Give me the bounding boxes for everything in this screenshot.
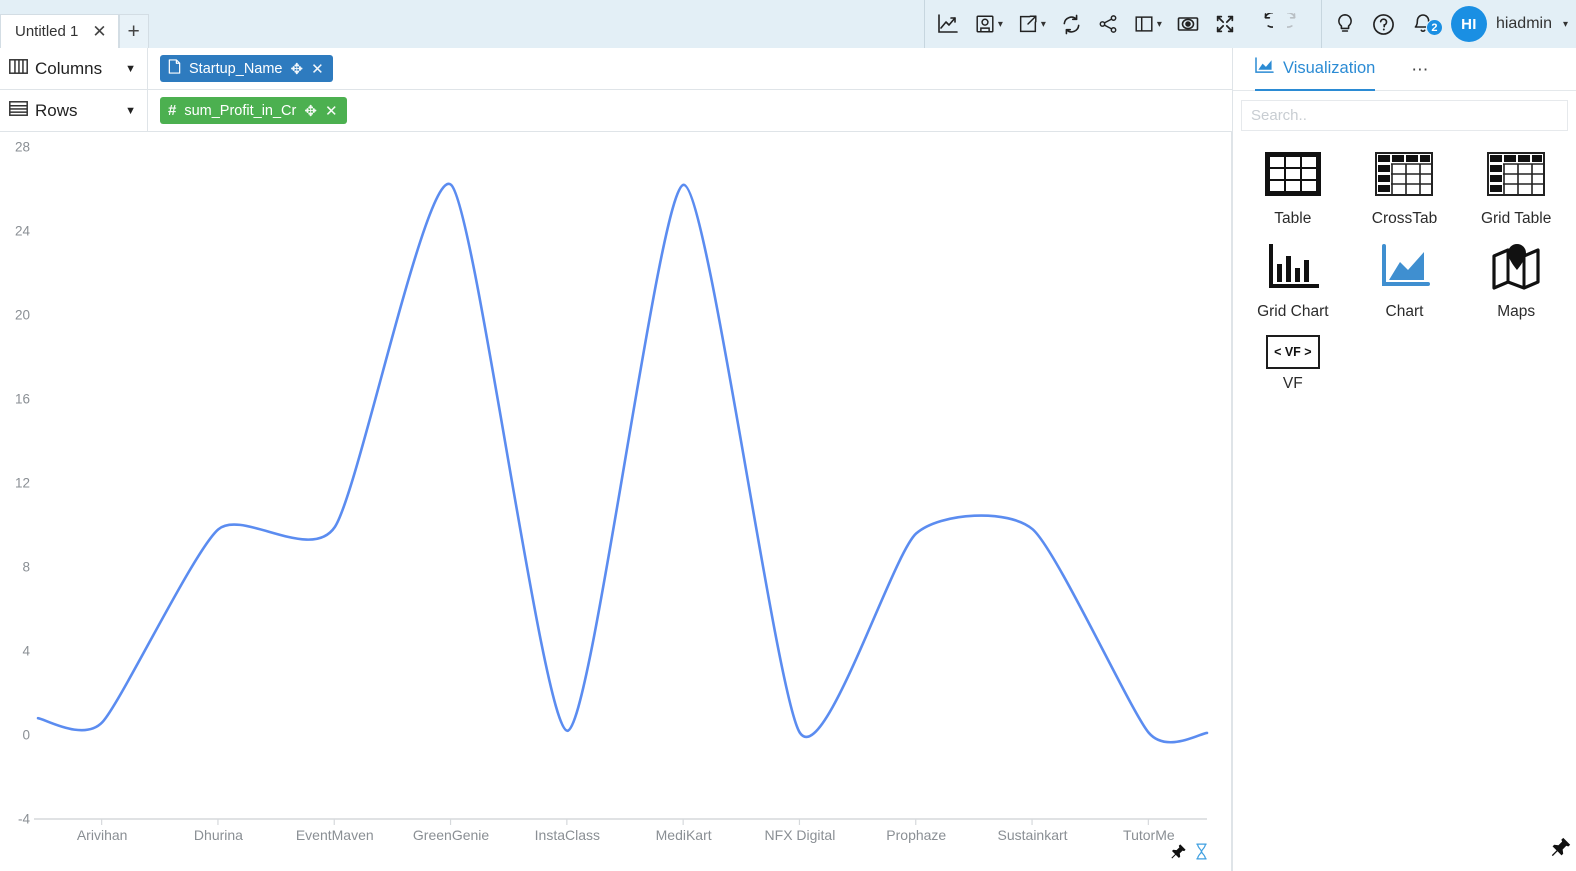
- viz-item-label: CrossTab: [1371, 210, 1438, 227]
- columns-shelf-label[interactable]: Columns ▼: [0, 47, 148, 90]
- rows-label-text: Rows: [35, 100, 78, 120]
- pushpin-icon[interactable]: [1170, 843, 1187, 865]
- right-panel: Visualization ⋯ Search.. Table CrossTab …: [1232, 48, 1576, 871]
- tab-visualization-label: Visualization: [1283, 58, 1376, 77]
- viz-item-chart[interactable]: Chart: [1349, 238, 1461, 325]
- lightbulb-icon[interactable]: [1326, 0, 1364, 48]
- rows-shelf-label[interactable]: Rows ▼: [0, 89, 148, 132]
- redo-icon[interactable]: [1280, 0, 1317, 48]
- share-icon[interactable]: [1090, 0, 1126, 48]
- columns-shelf: Columns ▼ Startup_Name ✥ ✕: [0, 47, 1232, 90]
- user-name: hiadmin: [1495, 15, 1552, 32]
- refresh-icon[interactable]: [1053, 0, 1090, 48]
- chart-footer-icons: [1170, 843, 1209, 865]
- save-icon[interactable]: ▾: [967, 0, 1010, 48]
- viz-item-label: Grid Table: [1480, 210, 1552, 227]
- panel-more-icon[interactable]: ⋯: [1411, 61, 1430, 78]
- chevron-down-icon: ▾: [997, 18, 1003, 30]
- close-icon[interactable]: ✕: [92, 23, 106, 40]
- visualization-type-grid: Table CrossTab Grid Table Grid Chart Cha…: [1233, 131, 1576, 397]
- tab-strip: Untitled 1 ✕ +: [0, 0, 149, 48]
- dimension-icon: [168, 59, 181, 78]
- chevron-down-icon: ▾: [1156, 18, 1162, 30]
- new-tab-button[interactable]: +: [118, 14, 149, 48]
- grid-table-icon: [1486, 149, 1546, 204]
- toolbar-divider: [1320, 0, 1322, 48]
- chevron-down-icon[interactable]: ▼: [125, 105, 136, 117]
- columns-icon: [9, 58, 28, 80]
- crosstab-icon: [1374, 149, 1434, 204]
- viz-item-label: Chart: [1385, 303, 1424, 320]
- chevron-down-icon: ▾: [1040, 18, 1046, 30]
- viz-item-grid-chart[interactable]: Grid Chart: [1237, 238, 1349, 325]
- pill-label: sum_Profit_in_Cr: [184, 102, 297, 119]
- user-menu[interactable]: HI hiadmin ▾: [1445, 6, 1576, 42]
- avatar: HI: [1450, 6, 1487, 42]
- pill-label: Startup_Name: [189, 60, 283, 77]
- viz-item-grid-table[interactable]: Grid Table: [1460, 145, 1572, 232]
- vf-icon: < VF >: [1265, 335, 1320, 369]
- fullscreen-icon[interactable]: [1207, 0, 1243, 48]
- viz-item-label: VF: [1282, 375, 1303, 392]
- help-icon[interactable]: [1364, 0, 1403, 48]
- viz-item-table[interactable]: Table: [1237, 145, 1349, 232]
- viz-item-vf[interactable]: < VF > VF: [1237, 331, 1349, 397]
- chart-icon: [1374, 242, 1434, 297]
- chart-icon[interactable]: [929, 0, 967, 48]
- viz-item-maps[interactable]: Maps: [1460, 238, 1572, 325]
- pushpin-icon[interactable]: [1550, 836, 1572, 863]
- measure-icon: #: [168, 102, 177, 119]
- search-box[interactable]: [1241, 100, 1568, 131]
- right-panel-header: Visualization ⋯: [1233, 48, 1576, 91]
- preview-icon[interactable]: [1169, 0, 1207, 48]
- viz-item-label: Maps: [1497, 303, 1536, 320]
- chevron-down-icon: ▾: [1562, 18, 1568, 30]
- viz-item-label: Table: [1274, 210, 1312, 227]
- search-input[interactable]: [1251, 107, 1558, 124]
- viz-item-label: Grid Chart: [1257, 303, 1329, 320]
- chart-icon: [1255, 57, 1274, 79]
- workbook-tab[interactable]: Untitled 1 ✕: [0, 14, 119, 48]
- workbook-tab-label: Untitled 1: [15, 23, 79, 40]
- table-icon: [1263, 149, 1323, 204]
- chart-canvas[interactable]: 28 24 20 16 12 8 4 0 -4 Arivihan Dhurina EventMave…: [0, 132, 1232, 871]
- move-icon[interactable]: ✥: [304, 102, 317, 120]
- undo-icon[interactable]: [1243, 0, 1280, 48]
- hourglass-icon[interactable]: [1194, 843, 1209, 865]
- notifications-button[interactable]: 2: [1403, 12, 1445, 36]
- viz-item-crosstab[interactable]: CrossTab: [1349, 145, 1461, 232]
- chevron-down-icon[interactable]: ▼: [125, 63, 136, 75]
- toolbar-divider: [923, 0, 925, 48]
- notification-badge: 2: [1425, 19, 1443, 36]
- pill-sum-profit[interactable]: # sum_Profit_in_Cr ✥ ✕: [160, 97, 347, 124]
- rows-shelf: Rows ▼ # sum_Profit_in_Cr ✥ ✕: [0, 89, 1232, 132]
- rows-icon: [9, 100, 28, 122]
- tab-visualization[interactable]: Visualization: [1255, 48, 1376, 91]
- maps-icon: [1486, 242, 1546, 297]
- top-toolbar: ▾ ▾ ▾ 2 HI hiadmin ▾: [920, 0, 1576, 48]
- line-chart-plot: [34, 182, 1209, 825]
- pill-startup-name[interactable]: Startup_Name ✥ ✕: [160, 55, 333, 82]
- layout-icon[interactable]: ▾: [1126, 0, 1169, 48]
- remove-icon[interactable]: ✕: [311, 60, 324, 78]
- top-bar: Untitled 1 ✕ + ▾ ▾ ▾ 2 HI hiadmin ▾: [0, 0, 1576, 48]
- columns-label-text: Columns: [35, 58, 103, 78]
- shelf-container: Columns ▼ Startup_Name ✥ ✕ Rows ▼ # sum_…: [0, 47, 1232, 132]
- grid-chart-icon: [1263, 242, 1323, 297]
- remove-icon[interactable]: ✕: [325, 102, 338, 120]
- export-icon[interactable]: ▾: [1010, 0, 1053, 48]
- move-icon[interactable]: ✥: [291, 60, 304, 78]
- chart-line-series: [36, 182, 1209, 744]
